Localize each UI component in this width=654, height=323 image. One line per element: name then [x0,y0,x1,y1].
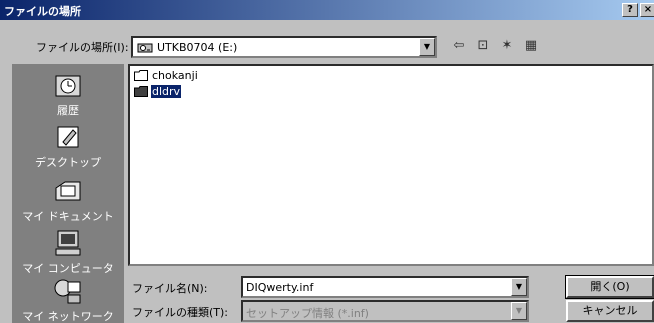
up-folder-icon[interactable]: ⊡ [472,36,494,56]
place-desktop[interactable]: デスクトップ [12,122,124,170]
desktop-icon [57,126,79,148]
back-icon[interactable]: ⇦ [448,36,470,56]
lookin-value: UTKB0704 (E:) [157,41,238,54]
view-menu-icon[interactable]: ▦ [520,36,542,56]
place-my-computer[interactable]: マイ コンピュータ [12,228,124,276]
place-desktop-label: デスクトップ [35,156,101,169]
place-my-documents-label: マイ ドキュメント [22,210,114,223]
filetype-label: ファイルの種類(T): [132,306,229,319]
chevron-down-icon[interactable]: ▼ [419,38,435,56]
close-button[interactable]: × [640,3,654,17]
place-my-network[interactable]: マイ ネットワーク [12,276,124,323]
cancel-button[interactable]: キャンセル [566,300,654,322]
file-list[interactable]: chokanji dldrv [128,64,654,266]
places-bar: 履歴 デスクトップ マイ ドキュメント マイ コンピュータ マイ ネットワーク [12,64,124,323]
filename-label: ファイル名(N): [132,282,208,295]
filetype-value: セットアップ情報 (*.inf) [246,307,369,320]
file-name: dldrv [151,84,182,98]
place-my-documents[interactable]: マイ ドキュメント [12,176,124,224]
new-folder-icon[interactable]: ✶ [496,36,518,56]
filetype-select[interactable]: セットアップ情報 (*.inf) ▼ [241,300,529,322]
lookin-label: ファイルの場所(I): [36,41,129,54]
history-icon [55,75,81,97]
chevron-down-icon[interactable]: ▼ [511,278,527,296]
place-history-label: 履歴 [57,104,79,117]
help-button[interactable]: ? [622,3,638,17]
place-my-computer-label: マイ コンピュータ [22,262,114,275]
open-button[interactable]: 開く(O) [565,275,654,299]
folder-icon [134,85,148,97]
my-network-icon [54,279,81,304]
chevron-down-icon[interactable]: ▼ [511,302,527,320]
my-computer-icon [55,230,81,256]
drive-icon [137,43,153,53]
folder-icon [134,69,148,81]
lookin-combo[interactable]: UTKB0704 (E:) ▼ [131,36,437,58]
filename-value: DIQwerty.inf [246,281,314,294]
list-item[interactable]: chokanji [134,68,199,84]
list-item[interactable]: dldrv [134,84,182,100]
title-bar: ファイルの場所 ? × [0,0,654,20]
window-title: ファイルの場所 [4,5,81,18]
place-my-network-label: マイ ネットワーク [22,310,114,323]
filename-input[interactable]: DIQwerty.inf ▼ [241,276,529,298]
my-documents-icon [55,181,81,201]
place-history[interactable]: 履歴 [12,70,124,118]
file-name: chokanji [152,68,198,82]
